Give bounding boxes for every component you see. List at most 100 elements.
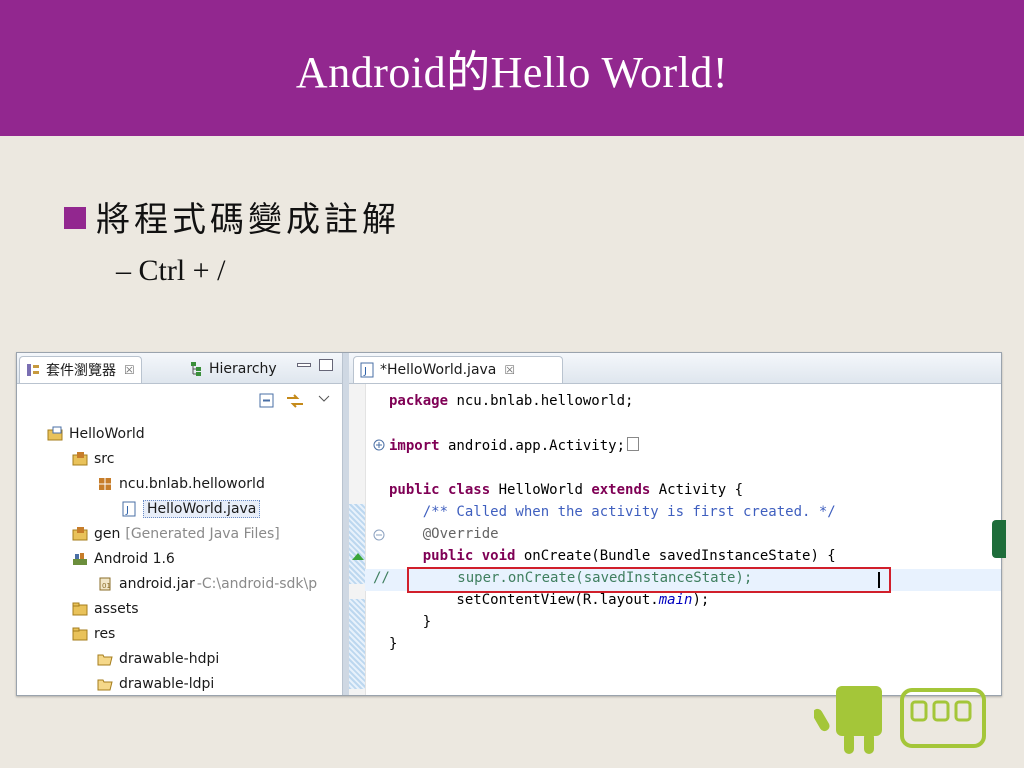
- library-icon: [73, 553, 87, 565]
- code-line-1[interactable]: package ncu.bnlab.helloworld;: [389, 393, 633, 409]
- tree-label: HelloWorld: [69, 426, 145, 442]
- code-line-8[interactable]: setContentView(R.layout.main);: [389, 592, 709, 608]
- tree-item-drawable-ldpi[interactable]: drawable-ldpi: [97, 673, 214, 695]
- code-text: );: [692, 592, 710, 608]
- close-icon[interactable]: ☒: [504, 363, 515, 377]
- view-menu-icon[interactable]: [318, 395, 330, 403]
- tree-item-android-jar[interactable]: 01 android.jar -C:\android-sdk\p: [97, 573, 317, 595]
- tree-item-assets[interactable]: assets: [72, 598, 139, 620]
- code-line-2[interactable]: import android.app.Activity;: [389, 437, 640, 454]
- panel-tab-bar: 套件瀏覽器 ☒ Hierarchy: [17, 353, 342, 384]
- code-line-3[interactable]: public class HelloWorld extends Activity…: [389, 482, 743, 498]
- tree-label: Android 1.6: [94, 551, 175, 567]
- java-file-icon: J: [360, 362, 374, 378]
- bullet-square-icon: [64, 206, 86, 229]
- tree-item-helloworld-java[interactable]: J HelloWorld.java: [121, 498, 261, 520]
- tree-label: android.jar: [119, 576, 195, 592]
- sub-bullet-text: – Ctrl + /: [116, 254, 226, 287]
- text-caret: [878, 572, 880, 588]
- code-text: HelloWorld: [490, 482, 592, 498]
- tab-label: Hierarchy: [209, 361, 277, 377]
- project-icon: [47, 426, 63, 441]
- expand-fold-icon[interactable]: [373, 439, 385, 451]
- package-explorer-panel: 套件瀏覽器 ☒ Hierarchy HelloWorld src ncu.bnl…: [17, 353, 343, 695]
- override-marker-icon[interactable]: [351, 551, 365, 561]
- folder-open-icon: [97, 654, 113, 666]
- decorative-green-tab: [992, 520, 1006, 558]
- tree-label: drawable-hdpi: [119, 651, 220, 667]
- code-text: setContentView(R.layout.: [389, 592, 659, 608]
- maximize-icon[interactable]: [319, 359, 333, 371]
- folder-icon: [72, 627, 88, 641]
- package-icon: [99, 478, 111, 490]
- commented-line-highlight-box: [407, 567, 891, 593]
- code-keyword: public void: [389, 548, 516, 564]
- tab-helloworld-java[interactable]: J *HelloWorld.java ☒: [353, 356, 563, 383]
- svg-text:J: J: [363, 366, 367, 377]
- bullet-main: 將程式碼變成註解: [64, 192, 400, 241]
- eclipse-screenshot: 套件瀏覽器 ☒ Hierarchy HelloWorld src ncu.bnl…: [16, 352, 1002, 696]
- code-keyword: public class: [389, 482, 491, 498]
- tree-item-src[interactable]: src: [72, 448, 114, 470]
- tree-label: ncu.bnlab.helloworld: [119, 476, 265, 492]
- source-folder-icon: [72, 527, 88, 541]
- code-text: Activity {: [650, 482, 744, 498]
- tree-label: res: [94, 626, 116, 642]
- folder-icon: [72, 602, 88, 616]
- collapse-all-icon[interactable]: [259, 393, 275, 409]
- code-field: main: [658, 592, 693, 608]
- code-line-5[interactable]: @Override: [389, 526, 499, 542]
- editor-tab-label: *HelloWorld.java: [380, 362, 497, 378]
- collapse-fold-icon[interactable]: [373, 529, 385, 541]
- bullet-text: 將程式碼變成註解: [96, 200, 400, 240]
- jar-icon: 01: [99, 577, 111, 591]
- comment-marker: //: [373, 570, 390, 586]
- code-keyword: import: [389, 438, 440, 454]
- tree-suffix: [Generated Java Files]: [125, 526, 280, 542]
- slide-title: Android的Hello World!: [295, 48, 729, 97]
- tree-item-drawable-hdpi[interactable]: drawable-hdpi: [97, 648, 219, 670]
- code-text: android.app.Activity;: [439, 438, 626, 454]
- source-folder-icon: [72, 452, 88, 466]
- minimize-icon[interactable]: [297, 363, 311, 367]
- tree-label: drawable-ldpi: [119, 676, 215, 692]
- ruler-highlight: [349, 599, 365, 689]
- tree-item-project[interactable]: HelloWorld: [47, 423, 145, 445]
- svg-text:01: 01: [102, 582, 111, 590]
- tree-label: gen: [94, 526, 121, 542]
- tree-label: src: [94, 451, 115, 467]
- svg-text:J: J: [125, 505, 129, 516]
- code-keyword: extends: [591, 482, 651, 498]
- code-line-4[interactable]: /** Called when the activity is first cr…: [389, 504, 836, 520]
- tab-hierarchy[interactable]: Hierarchy: [183, 356, 283, 382]
- tree-label: HelloWorld.java: [143, 500, 261, 518]
- code-line-6[interactable]: public void onCreate(Bundle savedInstanc…: [389, 548, 836, 564]
- slide-title-bar: Android的Hello World!: [0, 0, 1024, 136]
- hierarchy-icon: [191, 362, 201, 376]
- code-keyword: package: [389, 393, 449, 409]
- code-text: ncu.bnlab.helloworld;: [448, 393, 634, 409]
- ruler-highlight: [349, 504, 365, 584]
- package-explorer-icon: [27, 364, 39, 376]
- tab-package-explorer[interactable]: 套件瀏覽器 ☒: [19, 356, 142, 383]
- tree-label: assets: [94, 601, 139, 617]
- code-text: onCreate(Bundle savedInstanceState) {: [515, 548, 836, 564]
- folded-imports-icon[interactable]: [627, 437, 640, 451]
- link-with-editor-icon[interactable]: [285, 392, 305, 410]
- android-robot-icon: [814, 686, 986, 754]
- tree-item-package[interactable]: ncu.bnlab.helloworld: [97, 473, 265, 495]
- panel-toolbar: [17, 384, 342, 414]
- close-icon[interactable]: ☒: [124, 363, 135, 377]
- tab-label: 套件瀏覽器: [46, 363, 116, 379]
- tree-item-res[interactable]: res: [72, 623, 115, 645]
- java-file-icon: J: [122, 501, 136, 517]
- code-line-9[interactable]: }: [389, 614, 431, 630]
- tree-suffix: -C:\android-sdk\p: [196, 576, 318, 592]
- annotation-ruler: [349, 384, 366, 695]
- code-editor: J *HelloWorld.java ☒ package ncu.bnlab.h…: [349, 353, 1001, 695]
- tree-item-android-lib[interactable]: Android 1.6: [72, 548, 175, 570]
- folder-open-icon: [97, 679, 113, 691]
- code-line-10[interactable]: }: [389, 636, 397, 652]
- tree-item-gen[interactable]: gen [Generated Java Files]: [72, 523, 280, 545]
- editor-tab-bar: J *HelloWorld.java ☒: [349, 353, 1001, 384]
